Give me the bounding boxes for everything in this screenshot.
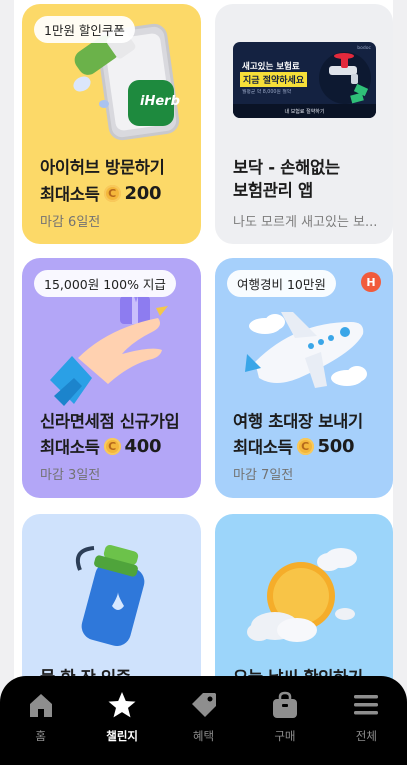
- tag-icon: [191, 693, 216, 717]
- max-reward: 최대소득 C 400: [40, 434, 162, 458]
- bodoc-banner-image: 새고있는 보험료 지금 절약하세요 월평균 약 8,000원 절약 bodoc …: [233, 42, 376, 118]
- coin-icon: C: [296, 437, 314, 455]
- reward-amount: 500: [317, 435, 355, 457]
- iherb-logo-text: iHerb: [140, 94, 180, 109]
- nav-item-all[interactable]: 전체: [326, 676, 407, 765]
- coin-icon: C: [103, 184, 121, 202]
- reward-label: 최대소득: [40, 438, 100, 457]
- nav-label-benefits: 혜택: [192, 729, 215, 743]
- nav-item-purchase[interactable]: 구매: [244, 676, 325, 765]
- nav-label-home: 홈: [35, 729, 46, 743]
- reward-label: 최대소득: [233, 438, 293, 457]
- card-title: 여행 초대장 보내기: [233, 412, 363, 431]
- bottom-nav: 홈 챌린지 혜택 구매 전체: [0, 676, 407, 765]
- challenge-card-travel[interactable]: 여행경비 10만원 H 여행 초대장 보내기 최대소득 C 500 마감 7일전: [215, 258, 393, 498]
- nav-item-home[interactable]: 홈: [0, 676, 81, 765]
- banner-cta-label: 내 보험료 절약하기: [284, 108, 325, 115]
- max-reward: 최대소득 C 500: [233, 434, 355, 458]
- coin-icon: C: [103, 437, 121, 455]
- travel-badge: 여행경비 10만원: [227, 270, 336, 297]
- card-title-line-1: 보닥 - 손해없는: [233, 158, 340, 177]
- deadline-text: 마감 7일전: [233, 468, 294, 483]
- reward-amount: 400: [124, 435, 162, 457]
- banner-line-2: 지금 절약하세요: [240, 72, 308, 87]
- shopping-bag-icon: [272, 691, 297, 718]
- banner-small-text: 월평균 약 8,000원 절약: [242, 90, 292, 95]
- deadline-text: 마감 6일전: [40, 215, 101, 230]
- menu-icon: [354, 695, 379, 715]
- reward-label: 최대소득: [40, 185, 100, 204]
- max-reward: 최대소득 C 200: [40, 181, 162, 205]
- challenge-list[interactable]: iHerb 1만원 할인쿠폰 아이허브 방문하기 최대소득 C 200 마감 6…: [14, 0, 393, 765]
- nav-item-challenge[interactable]: 챌린지: [81, 676, 162, 765]
- nav-label-challenge: 챌린지: [106, 729, 138, 743]
- promo-badge: 15,000원 100% 지급: [34, 270, 176, 297]
- nav-label-purchase: 구매: [274, 729, 296, 743]
- hot-badge: H: [361, 272, 381, 292]
- challenge-card-bodoc[interactable]: 새고있는 보험료 지금 절약하세요 월평균 약 8,000원 절약 bodoc …: [215, 4, 393, 244]
- discount-badge: 1만원 할인쿠폰: [34, 16, 135, 43]
- nav-item-benefits[interactable]: 혜택: [163, 676, 244, 765]
- home-icon: [29, 694, 52, 717]
- app-screen: iHerb 1만원 할인쿠폰 아이허브 방문하기 최대소득 C 200 마감 6…: [0, 0, 407, 765]
- water-bottle-illustration: [75, 544, 145, 646]
- airplane-illustration: [245, 312, 367, 388]
- gift-hand-illustration: [50, 288, 168, 406]
- card-title-line-2: 보험관리 앱: [233, 181, 313, 200]
- star-icon: [108, 692, 136, 718]
- reward-amount: 200: [124, 182, 162, 204]
- challenge-card-shilla[interactable]: 15,000원 100% 지급 신라면세점 신규가입 최대소득 C 400 마감…: [22, 258, 201, 498]
- banner-cta: 내 보험료 절약하기: [233, 104, 376, 118]
- card-title: 아이허브 방문하기: [40, 158, 165, 177]
- sun-cloud-illustration: [247, 548, 357, 642]
- faucet-icon: [319, 52, 371, 104]
- nav-label-all: 전체: [355, 729, 377, 743]
- deadline-text: 마감 3일전: [40, 468, 101, 483]
- card-subtitle: 나도 모르게 새고있는 보...: [233, 215, 378, 230]
- banner-line-1: 새고있는 보험료: [242, 62, 300, 72]
- card-title: 신라면세점 신규가입: [40, 412, 180, 431]
- challenge-card-iherb[interactable]: iHerb 1만원 할인쿠폰 아이허브 방문하기 최대소득 C 200 마감 6…: [22, 4, 201, 244]
